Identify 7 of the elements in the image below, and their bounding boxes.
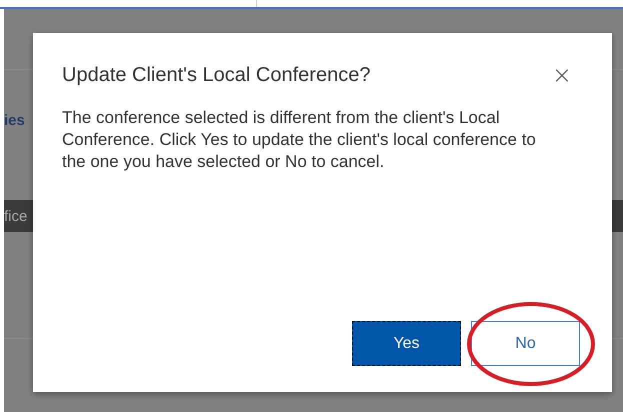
close-button[interactable]: × xyxy=(542,63,582,87)
band-label: fice xyxy=(4,208,28,224)
page-heading: ies xyxy=(4,112,25,128)
dialog-title: Update Client's Local Conference? xyxy=(62,64,370,86)
dialog-message: The conference selected is different from the client's Local Conference. Click Yes to update the client's local conference to the one you have selected or No to cancel. xyxy=(62,107,537,173)
no-button[interactable]: No xyxy=(471,321,580,366)
yes-button[interactable]: Yes xyxy=(352,321,461,366)
